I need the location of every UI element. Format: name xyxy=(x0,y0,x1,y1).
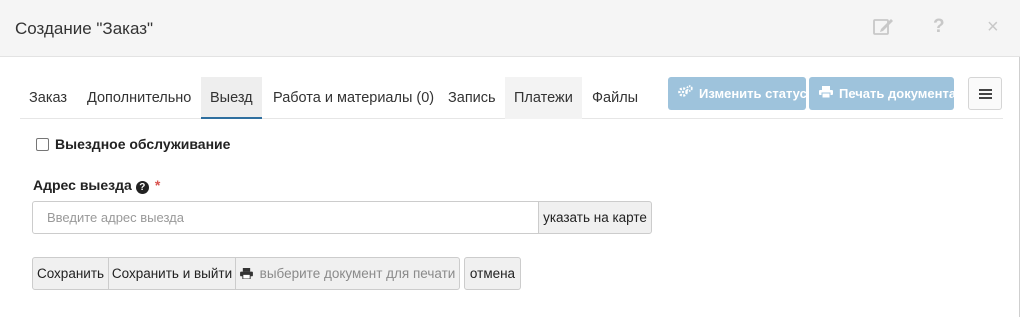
address-label-row: Адрес выезда? * xyxy=(33,177,160,194)
modal-title: Создание "Заказ" xyxy=(15,19,154,38)
tab-files[interactable]: Файлы xyxy=(583,77,647,119)
print-icon xyxy=(239,259,253,280)
list-icon xyxy=(979,89,992,91)
print-document-button[interactable]: Печать документа xyxy=(809,77,957,110)
list-icon-line xyxy=(979,93,992,95)
cogs-icon xyxy=(678,77,693,110)
onsite-service-checkbox[interactable] xyxy=(36,138,49,151)
edit-icon[interactable] xyxy=(873,17,894,40)
cancel-button[interactable]: отмена xyxy=(464,257,521,290)
tab-order[interactable]: Заказ xyxy=(20,77,76,119)
required-mark: * xyxy=(154,177,161,193)
list-icon-line xyxy=(979,97,992,99)
tab-additional[interactable]: Дополнительно xyxy=(78,77,200,119)
save-exit-button[interactable]: Сохранить и выйти xyxy=(108,257,236,290)
save-button[interactable]: Сохранить xyxy=(32,257,109,290)
tab-visit[interactable]: Выезд xyxy=(201,77,262,119)
show-on-map-button[interactable]: указать на карте xyxy=(538,201,652,234)
question-circle-icon[interactable]: ? xyxy=(135,181,149,194)
change-status-button[interactable]: Изменить статус xyxy=(668,77,807,110)
print-document-label: Печать документа xyxy=(839,86,957,101)
onsite-service-label: Выездное обслуживание xyxy=(55,136,231,152)
tab-appointment[interactable]: Запись xyxy=(439,77,505,119)
tab-payments[interactable]: Платежи xyxy=(505,77,582,119)
print-select-button[interactable]: выберите документ для печати xyxy=(235,257,460,290)
modal-header: Создание "Заказ" ? × xyxy=(0,0,1020,57)
help-icon[interactable]: ? xyxy=(933,17,945,37)
modal-dialog: Создание "Заказ" ? × Заказ Дополнительно… xyxy=(0,0,1020,317)
onsite-service-row: Выездное обслуживание xyxy=(36,136,230,152)
address-input[interactable] xyxy=(32,201,540,234)
print-select-label: выберите документ для печати xyxy=(259,266,456,281)
tab-work-materials[interactable]: Работа и материалы (0) xyxy=(264,77,443,119)
menu-button[interactable] xyxy=(968,77,1002,110)
change-status-label: Изменить статус xyxy=(699,86,807,101)
print-icon xyxy=(819,77,833,110)
address-label: Адрес выезда xyxy=(33,177,132,193)
close-icon[interactable]: × xyxy=(987,17,999,37)
